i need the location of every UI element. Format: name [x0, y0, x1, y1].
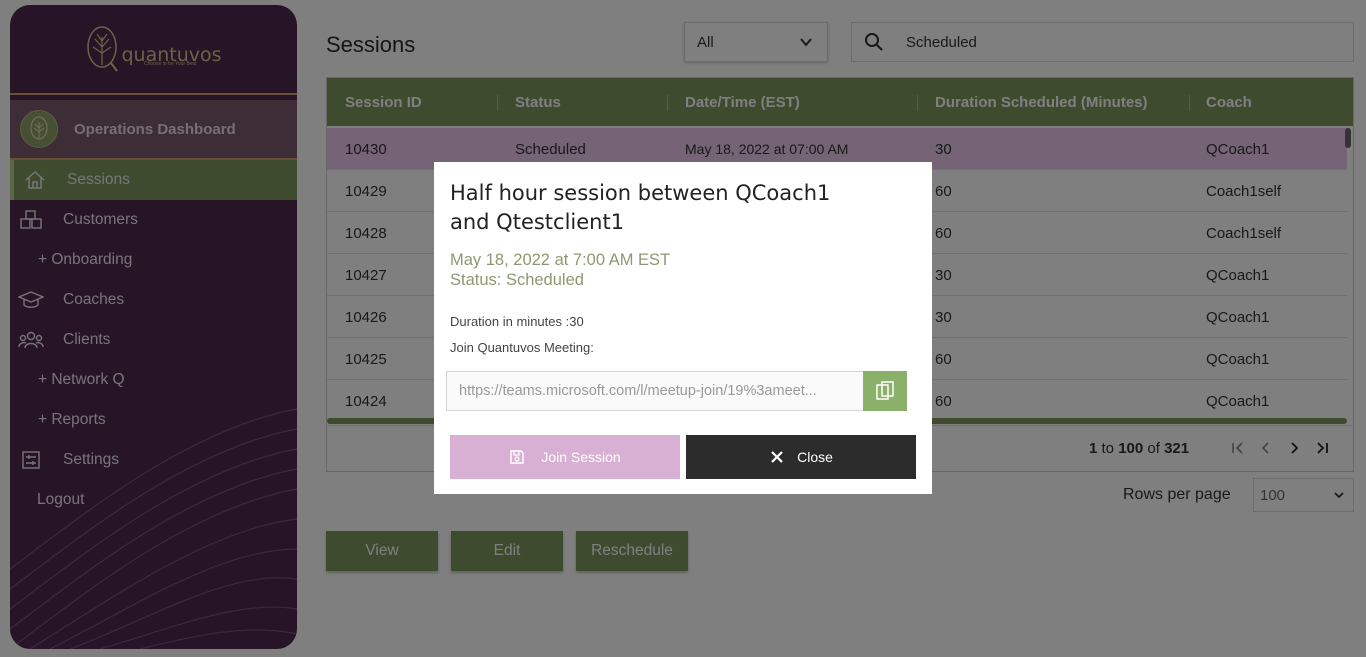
copy-icon [876, 381, 894, 400]
close-label: Close [797, 449, 833, 465]
modal-title: Half hour session between QCoach1 and Qt… [450, 181, 831, 234]
session-status: Status: Scheduled [450, 271, 584, 289]
copy-link-button[interactable] [863, 371, 907, 411]
save-icon [509, 449, 525, 465]
session-details-modal: Half hour session between QCoach1 and Qt… [434, 162, 932, 494]
close-icon [769, 449, 785, 465]
session-duration: Duration in minutes :30 [450, 314, 584, 329]
join-session-label: Join Session [541, 449, 621, 465]
join-session-button[interactable]: Join Session [450, 435, 680, 479]
close-button[interactable]: Close [686, 435, 916, 479]
meeting-url-field[interactable]: https://teams.microsoft.com/l/meetup-joi… [446, 371, 864, 411]
join-meeting-label: Join Quantuvos Meeting: [450, 340, 594, 355]
session-datetime: May 18, 2022 at 7:00 AM EST [450, 251, 671, 269]
